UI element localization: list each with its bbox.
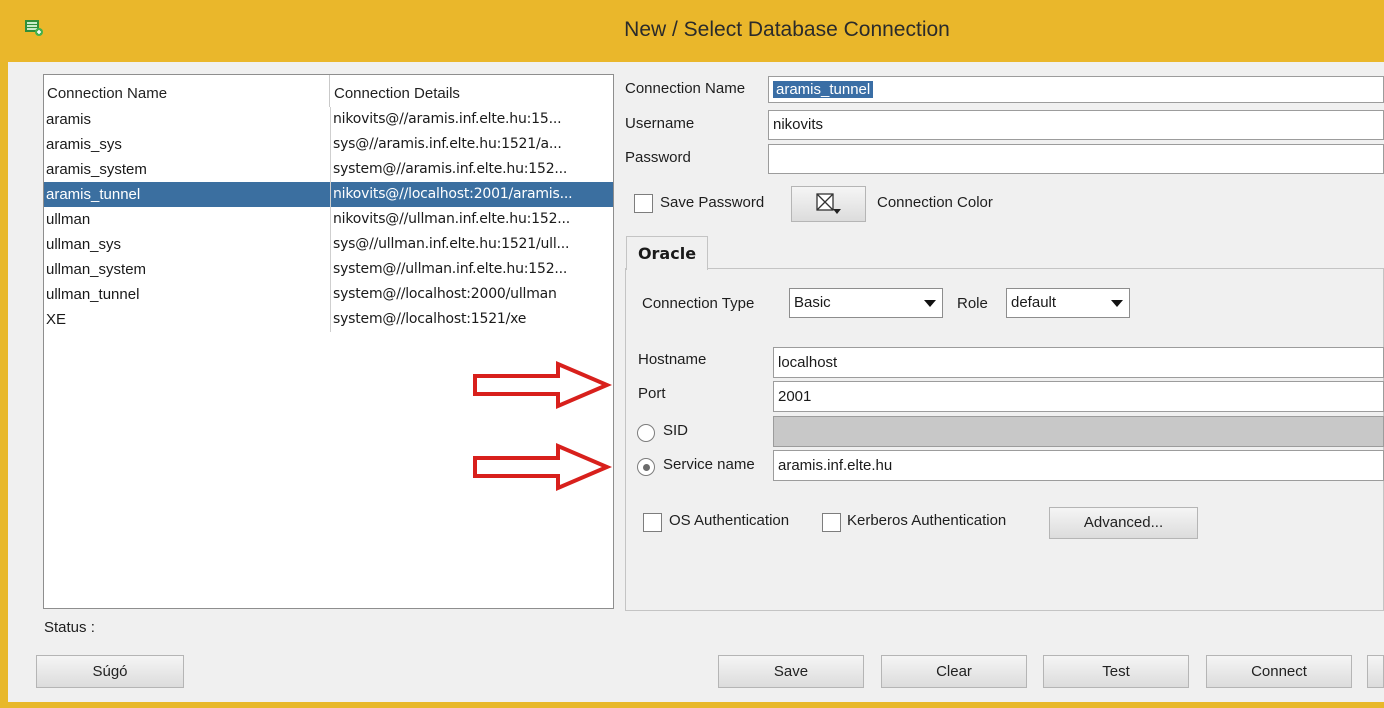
service-name-label: Service name — [663, 456, 755, 473]
connection-type-dropdown[interactable]: Basic — [789, 288, 943, 318]
list-row[interactable]: ullman_system system@//ullman.inf.elte.h… — [44, 257, 613, 282]
save-password-label: Save Password — [660, 194, 765, 211]
sid-radio[interactable] — [637, 424, 655, 442]
hostname-input[interactable]: localhost — [773, 347, 1384, 378]
service-name-input[interactable]: aramis.inf.elte.hu — [773, 450, 1384, 481]
row-details: system@//aramis.inf.elte.hu:152... — [330, 157, 613, 182]
connection-name-input[interactable]: aramis_tunnel — [768, 76, 1384, 103]
list-header: Connection Name Connection Details — [44, 75, 613, 107]
password-input[interactable] — [768, 144, 1384, 174]
row-details: nikovits@//localhost:2001/aramis... — [330, 182, 613, 207]
connection-color-label: Connection Color — [877, 194, 993, 211]
port-label: Port — [638, 385, 666, 402]
connection-list[interactable]: Connection Name Connection Details arami… — [43, 74, 614, 609]
connection-color-button[interactable] — [791, 186, 866, 222]
row-details: nikovits@//aramis.inf.elte.hu:15... — [330, 107, 613, 132]
username-label: Username — [625, 115, 695, 132]
row-name: aramis_tunnel — [46, 186, 141, 203]
row-name: ullman_tunnel — [46, 286, 140, 303]
dropdown-arrow-icon — [924, 300, 936, 307]
status-label: Status : — [44, 619, 95, 636]
row-name: XE — [46, 311, 67, 328]
kerberos-authentication-checkbox[interactable] — [822, 513, 841, 532]
connect-button[interactable]: Connect — [1206, 655, 1352, 688]
test-button[interactable]: Test — [1043, 655, 1189, 688]
cancel-button-partial[interactable] — [1367, 655, 1384, 688]
role-value: default — [1011, 294, 1057, 311]
row-name: aramis_system — [46, 161, 147, 178]
list-row-selected[interactable]: aramis_tunnel nikovits@//localhost:2001/… — [44, 182, 613, 207]
tab-oracle[interactable]: Oracle — [626, 236, 708, 270]
list-row[interactable]: ullman_tunnel system@//localhost:2000/ul… — [44, 282, 613, 307]
connection-type-label: Connection Type — [642, 295, 755, 312]
row-details: system@//localhost:2000/ullman — [330, 282, 613, 307]
clear-button[interactable]: Clear — [881, 655, 1027, 688]
title-bar: New / Select Database Connection — [0, 0, 1384, 62]
os-authentication-checkbox[interactable] — [643, 513, 662, 532]
annotation-arrow-service-name — [473, 442, 612, 492]
row-details: system@//localhost:1521/xe — [330, 307, 613, 332]
kerberos-authentication-label: Kerberos Authentication — [847, 512, 1007, 529]
password-label: Password — [625, 149, 691, 166]
list-row[interactable]: XE system@//localhost:1521/xe — [44, 307, 613, 332]
row-name: aramis — [46, 111, 92, 128]
list-row[interactable]: ullman nikovits@//ullman.inf.elte.hu:152… — [44, 207, 613, 232]
advanced-button[interactable]: Advanced... — [1049, 507, 1198, 539]
row-name: aramis_sys — [46, 136, 122, 153]
list-row[interactable]: aramis_system system@//aramis.inf.elte.h… — [44, 157, 613, 182]
username-input[interactable]: nikovits — [768, 110, 1384, 140]
dropdown-arrow-icon — [1111, 300, 1123, 307]
hostname-label: Hostname — [638, 351, 707, 368]
row-details: sys@//ullman.inf.elte.hu:1521/ull... — [330, 232, 613, 257]
row-name: ullman_sys — [46, 236, 122, 253]
row-details: system@//ullman.inf.elte.hu:152... — [330, 257, 613, 282]
connection-name-value: aramis_tunnel — [773, 81, 874, 98]
window-title: New / Select Database Connection — [624, 18, 950, 41]
annotation-arrow-port — [473, 360, 612, 410]
row-name: ullman — [46, 211, 91, 228]
list-row[interactable]: aramis_sys sys@//aramis.inf.elte.hu:1521… — [44, 132, 613, 157]
sid-input — [773, 416, 1384, 447]
connection-type-value: Basic — [794, 294, 831, 311]
role-dropdown[interactable]: default — [1006, 288, 1130, 318]
port-input[interactable]: 2001 — [773, 381, 1384, 412]
role-label: Role — [957, 295, 988, 312]
save-password-checkbox[interactable] — [634, 194, 653, 213]
save-button[interactable]: Save — [718, 655, 864, 688]
row-name: ullman_system — [46, 261, 147, 278]
row-details: sys@//aramis.inf.elte.hu:1521/a... — [330, 132, 613, 157]
list-row[interactable]: ullman_sys sys@//ullman.inf.elte.hu:1521… — [44, 232, 613, 257]
color-picker-icon — [816, 193, 841, 214]
service-name-radio[interactable] — [637, 458, 655, 476]
connection-name-label: Connection Name — [625, 80, 746, 97]
column-header-details[interactable]: Connection Details — [330, 75, 613, 107]
column-divider — [330, 107, 331, 332]
column-header-name[interactable]: Connection Name — [44, 75, 330, 107]
os-authentication-label: OS Authentication — [669, 512, 790, 529]
sid-label: SID — [663, 422, 689, 439]
list-row[interactable]: aramis nikovits@//aramis.inf.elte.hu:15.… — [44, 107, 613, 132]
help-button[interactable]: Súgó — [36, 655, 184, 688]
row-details: nikovits@//ullman.inf.elte.hu:152... — [330, 207, 613, 232]
